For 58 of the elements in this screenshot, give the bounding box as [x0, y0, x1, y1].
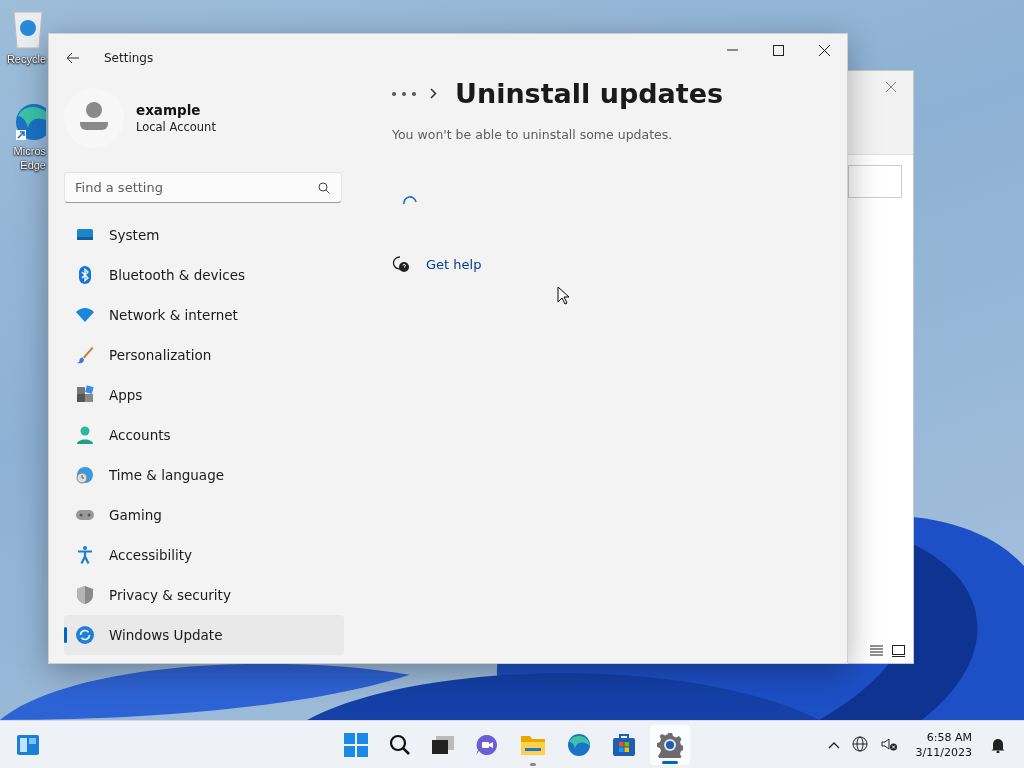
get-help-link[interactable]: Get help [426, 256, 482, 272]
desktop-icon-label: Recycle [6, 52, 46, 66]
nav-item[interactable]: Bluetooth & devices [64, 255, 344, 295]
loading-spinner-icon [402, 196, 418, 206]
nav-item[interactable]: System [64, 215, 344, 255]
person-icon [75, 425, 95, 445]
nav-item[interactable]: Network & internet [64, 295, 344, 335]
search-field[interactable]: Find a setting [64, 172, 342, 203]
account-type: Local Account [136, 120, 216, 134]
gear-icon [657, 732, 683, 758]
speaker-muted-icon[interactable] [880, 737, 898, 752]
task-view-icon[interactable] [432, 736, 454, 754]
store-icon[interactable] [612, 733, 636, 757]
clock-date[interactable]: 3/11/2023 [915, 744, 972, 760]
recycle-bin-icon[interactable] [10, 8, 46, 50]
back-arrow-icon[interactable] [66, 52, 80, 64]
accessibility-icon [75, 545, 95, 565]
window-title: Settings [104, 51, 154, 65]
running-indicator [530, 763, 536, 766]
details-view-icon[interactable] [870, 645, 883, 656]
chevron-up-icon[interactable] [827, 740, 840, 749]
help-chat-icon [392, 255, 410, 273]
search-icon[interactable] [389, 734, 411, 756]
start-icon[interactable] [344, 733, 368, 757]
notification-bell-icon[interactable] [990, 736, 1006, 753]
nav-item[interactable]: Apps [64, 375, 344, 415]
nav-item[interactable]: Accessibility [64, 535, 344, 575]
chevron-right-icon [430, 88, 437, 99]
widgets-icon[interactable] [16, 733, 40, 756]
globe-icon[interactable] [851, 736, 869, 753]
globe-clock-icon [75, 465, 95, 485]
search-icon[interactable] [318, 182, 330, 194]
chat-icon[interactable] [475, 734, 499, 756]
browser-icon[interactable] [567, 733, 591, 757]
page-title: Uninstall updates [455, 78, 724, 109]
apps-icon [75, 385, 95, 405]
active-indicator [662, 761, 678, 764]
nav-item[interactable]: Time & language [64, 455, 344, 495]
nav-item[interactable]: Windows Update [64, 615, 344, 655]
shield-icon [75, 585, 95, 605]
account-name: example [136, 102, 202, 118]
maximize-icon[interactable] [773, 44, 784, 56]
mouse-cursor-icon [557, 286, 569, 305]
nav-item[interactable]: Personalization [64, 335, 344, 375]
clock-time[interactable]: 6:58 AM [926, 729, 972, 745]
desktop-icon-label: Micros Edge [13, 144, 46, 172]
input-field[interactable] [848, 165, 902, 198]
close-icon[interactable] [819, 44, 830, 56]
thumbnail-view-icon[interactable] [892, 645, 905, 657]
nav-item[interactable]: Accounts [64, 415, 344, 455]
nav-item[interactable]: Privacy & security [64, 575, 344, 615]
settings-taskbar-button[interactable] [650, 725, 690, 765]
more-icon[interactable] [392, 91, 416, 96]
description: You won't be able to uninstall some updates. [392, 127, 674, 142]
paintbrush-icon [75, 345, 95, 365]
sync-icon [75, 625, 95, 645]
nav-item[interactable]: Gaming [64, 495, 344, 535]
folder-icon[interactable] [520, 734, 546, 756]
